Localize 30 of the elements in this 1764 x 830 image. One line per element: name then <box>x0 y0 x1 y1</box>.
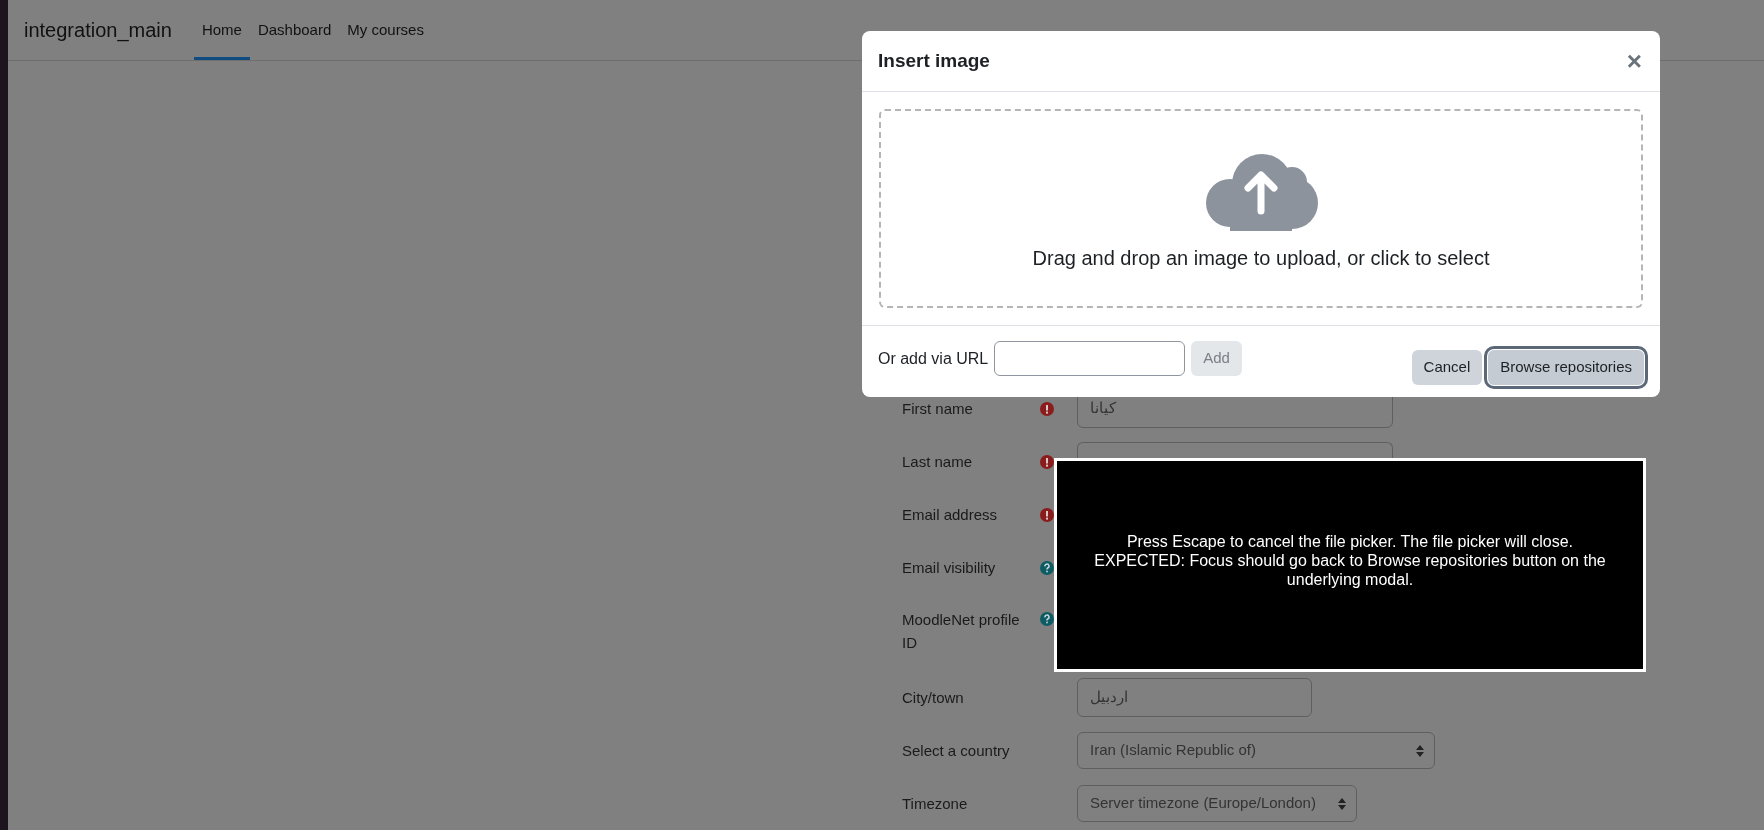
field-label: Email address <box>901 505 999 525</box>
field-label: Email visibility <box>901 558 997 578</box>
field-label: MoodleNet profile ID <box>901 610 1021 653</box>
required-icon[interactable] <box>1040 401 1054 416</box>
url-label: Or add via URL <box>878 348 989 369</box>
nav-tab[interactable]: Home <box>193 0 250 60</box>
nav-tab[interactable]: My courses <box>339 0 432 60</box>
field-label: Timezone <box>901 794 969 814</box>
site-name[interactable]: integration_main <box>24 15 172 45</box>
instruction-text: Press Escape to cancel the file picker. The file picker will close. EXPECTED: Focus should go back to Browse repositories button on the underlying modal. <box>1093 531 1607 589</box>
field-label: City/town <box>901 688 965 708</box>
required-icon[interactable] <box>1040 507 1054 522</box>
select-dropdown[interactable]: Iran (Islamic Republic of) <box>1077 732 1435 769</box>
drop-zone[interactable]: Drag and drop an image to upload, or click to select <box>879 109 1643 308</box>
sort-caret-icon <box>1416 744 1424 757</box>
nav-tab[interactable]: Dashboard <box>249 0 340 60</box>
drop-zone-text: Drag and drop an image to upload, or click to select <box>1032 245 1490 271</box>
field-label: First name <box>901 399 974 419</box>
text-field[interactable]: اردبیل <box>1077 678 1312 717</box>
modal-title: Insert image <box>878 48 990 73</box>
sort-caret-icon <box>1338 797 1346 810</box>
select-dropdown[interactable]: Server timezone (Europe/London) <box>1077 785 1357 822</box>
url-field[interactable] <box>994 341 1186 376</box>
close-button[interactable]: × <box>1624 48 1644 74</box>
field-label: Select a country <box>901 741 1011 761</box>
help-icon[interactable] <box>1040 560 1054 575</box>
help-icon[interactable] <box>1040 612 1054 626</box>
required-icon[interactable] <box>1040 454 1054 469</box>
cancel-button[interactable]: Cancel <box>1411 350 1483 385</box>
field-label: Last name <box>901 452 974 472</box>
